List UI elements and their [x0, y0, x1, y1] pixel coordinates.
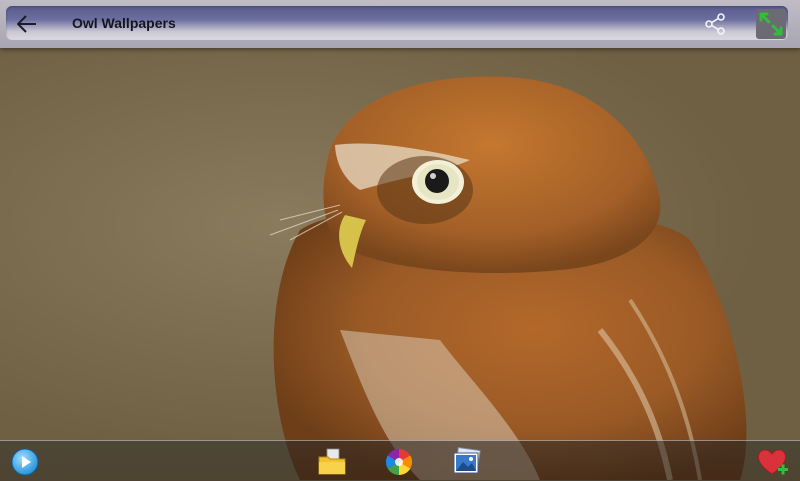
play-slideshow-icon [11, 448, 39, 476]
gallery-images-icon [453, 447, 481, 474]
slideshow-button[interactable] [8, 445, 42, 479]
folder-button[interactable] [315, 445, 349, 479]
heart-add-favorite-icon [757, 449, 788, 475]
app-bar: Owl Wallpapers [0, 0, 800, 48]
share-button[interactable] [701, 10, 729, 38]
expand-arrows-icon [759, 12, 783, 36]
color-filter-button[interactable] [382, 445, 416, 479]
share-icon [705, 13, 725, 35]
folder-icon [318, 448, 346, 475]
fullscreen-button[interactable] [756, 9, 786, 39]
page-title: Owl Wallpapers [72, 15, 176, 31]
bottom-toolbar [0, 440, 800, 481]
owl-illustration [0, 48, 800, 480]
color-wheel-icon [385, 448, 413, 476]
arrow-left-icon [17, 15, 36, 33]
gallery-button[interactable] [450, 445, 484, 479]
add-favorite-button[interactable] [756, 445, 790, 479]
back-button[interactable] [12, 10, 42, 38]
wallpaper-image [0, 0, 800, 480]
